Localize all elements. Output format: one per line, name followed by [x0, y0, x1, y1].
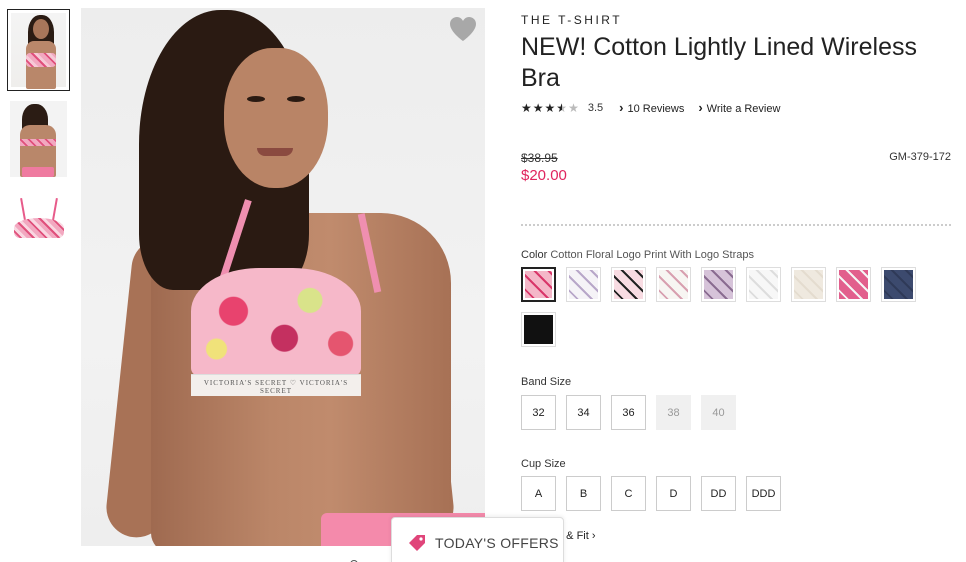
color-swatch-purple-leopard[interactable] — [701, 267, 736, 302]
cup-size-label: Cup Size — [521, 458, 566, 470]
sale-price: $20.00 — [521, 167, 567, 184]
reviews-link[interactable]: 10 Reviews — [619, 100, 684, 115]
rating-row: ★ ★ ★ ★ ★ 3.5 10 Reviews Write a Review — [521, 100, 951, 116]
band-size-option-32[interactable]: 32 — [521, 395, 556, 430]
color-swatch-black-solid[interactable] — [521, 312, 556, 347]
product-main-image[interactable]: VICTORIA'S SECRET ♡ VICTORIA'S SECRET — [81, 8, 485, 546]
collection-name: THE T-SHIRT — [521, 13, 623, 27]
star-icon: ★ — [544, 100, 557, 115]
cup-size-option-ddd[interactable]: DDD — [746, 476, 781, 511]
cup-size-option-b[interactable]: B — [566, 476, 601, 511]
color-label: Color Cotton Floral Logo Print With Logo… — [521, 249, 754, 261]
cup-size-option-a[interactable]: A — [521, 476, 556, 511]
thumbnail-product[interactable] — [7, 187, 70, 269]
cup-size-options: A B C D DD DDD — [521, 476, 791, 511]
todays-offers-tab[interactable]: TODAY'S OFFERS — [350, 517, 564, 562]
color-swatch-pink-logo-black-band[interactable] — [611, 267, 646, 302]
band-size-option-34[interactable]: 34 — [566, 395, 601, 430]
star-icon: ★ — [532, 100, 545, 115]
color-swatch-pink-logo-band[interactable] — [836, 267, 871, 302]
bra-band-logo: VICTORIA'S SECRET ♡ VICTORIA'S SECRET — [203, 379, 349, 395]
thumbnail-back[interactable] — [7, 98, 70, 180]
color-swatches — [521, 267, 961, 357]
empty-star-icon: ★ — [568, 100, 580, 115]
band-size-label: Band Size — [521, 376, 572, 388]
color-swatch-white-script-print[interactable] — [656, 267, 691, 302]
band-size-option-38[interactable]: 38 — [656, 395, 691, 430]
todays-offers-label: TODAY'S OFFERS — [435, 535, 559, 551]
selected-color-name: Cotton Floral Logo Print With Logo Strap… — [550, 249, 754, 261]
dotted-divider — [521, 224, 951, 226]
cup-size-option-dd[interactable]: DD — [701, 476, 736, 511]
write-review-link[interactable]: Write a Review — [698, 100, 781, 115]
color-swatch-ivory-solid[interactable] — [791, 267, 826, 302]
star-rating: ★ ★ ★ ★ ★ — [521, 101, 580, 115]
half-star-icon: ★ — [556, 100, 569, 115]
thumbnail-list — [7, 9, 70, 276]
cup-size-option-d[interactable]: D — [656, 476, 691, 511]
product-sku: GM-379-172 — [889, 151, 951, 163]
product-title: NEW! Cotton Lightly Lined Wireless Bra — [521, 33, 917, 92]
price-block: $38.95 $20.00 GM-379-172 — [521, 151, 951, 184]
band-size-option-36[interactable]: 36 — [611, 395, 646, 430]
cup-size-option-c[interactable]: C — [611, 476, 646, 511]
rating-value: 3.5 — [587, 101, 604, 114]
heart-icon[interactable] — [449, 16, 477, 42]
color-swatch-navy-solid[interactable] — [881, 267, 916, 302]
color-label-text: Color — [521, 249, 548, 261]
band-size-options: 32 34 36 38 40 — [521, 395, 746, 430]
product-info: THE T-SHIRT NEW! Cotton Lightly Lined Wi… — [521, 13, 951, 542]
band-size-option-40[interactable]: 40 — [701, 395, 736, 430]
color-swatch-white-logo-print[interactable] — [566, 267, 601, 302]
original-price: $38.95 — [521, 151, 558, 165]
star-icon: ★ — [521, 100, 533, 115]
color-swatch-floral-logo-print[interactable] — [521, 267, 556, 302]
price-tag-icon — [409, 535, 425, 551]
thumbnail-front[interactable] — [7, 9, 70, 91]
color-swatch-white-solid[interactable] — [746, 267, 781, 302]
